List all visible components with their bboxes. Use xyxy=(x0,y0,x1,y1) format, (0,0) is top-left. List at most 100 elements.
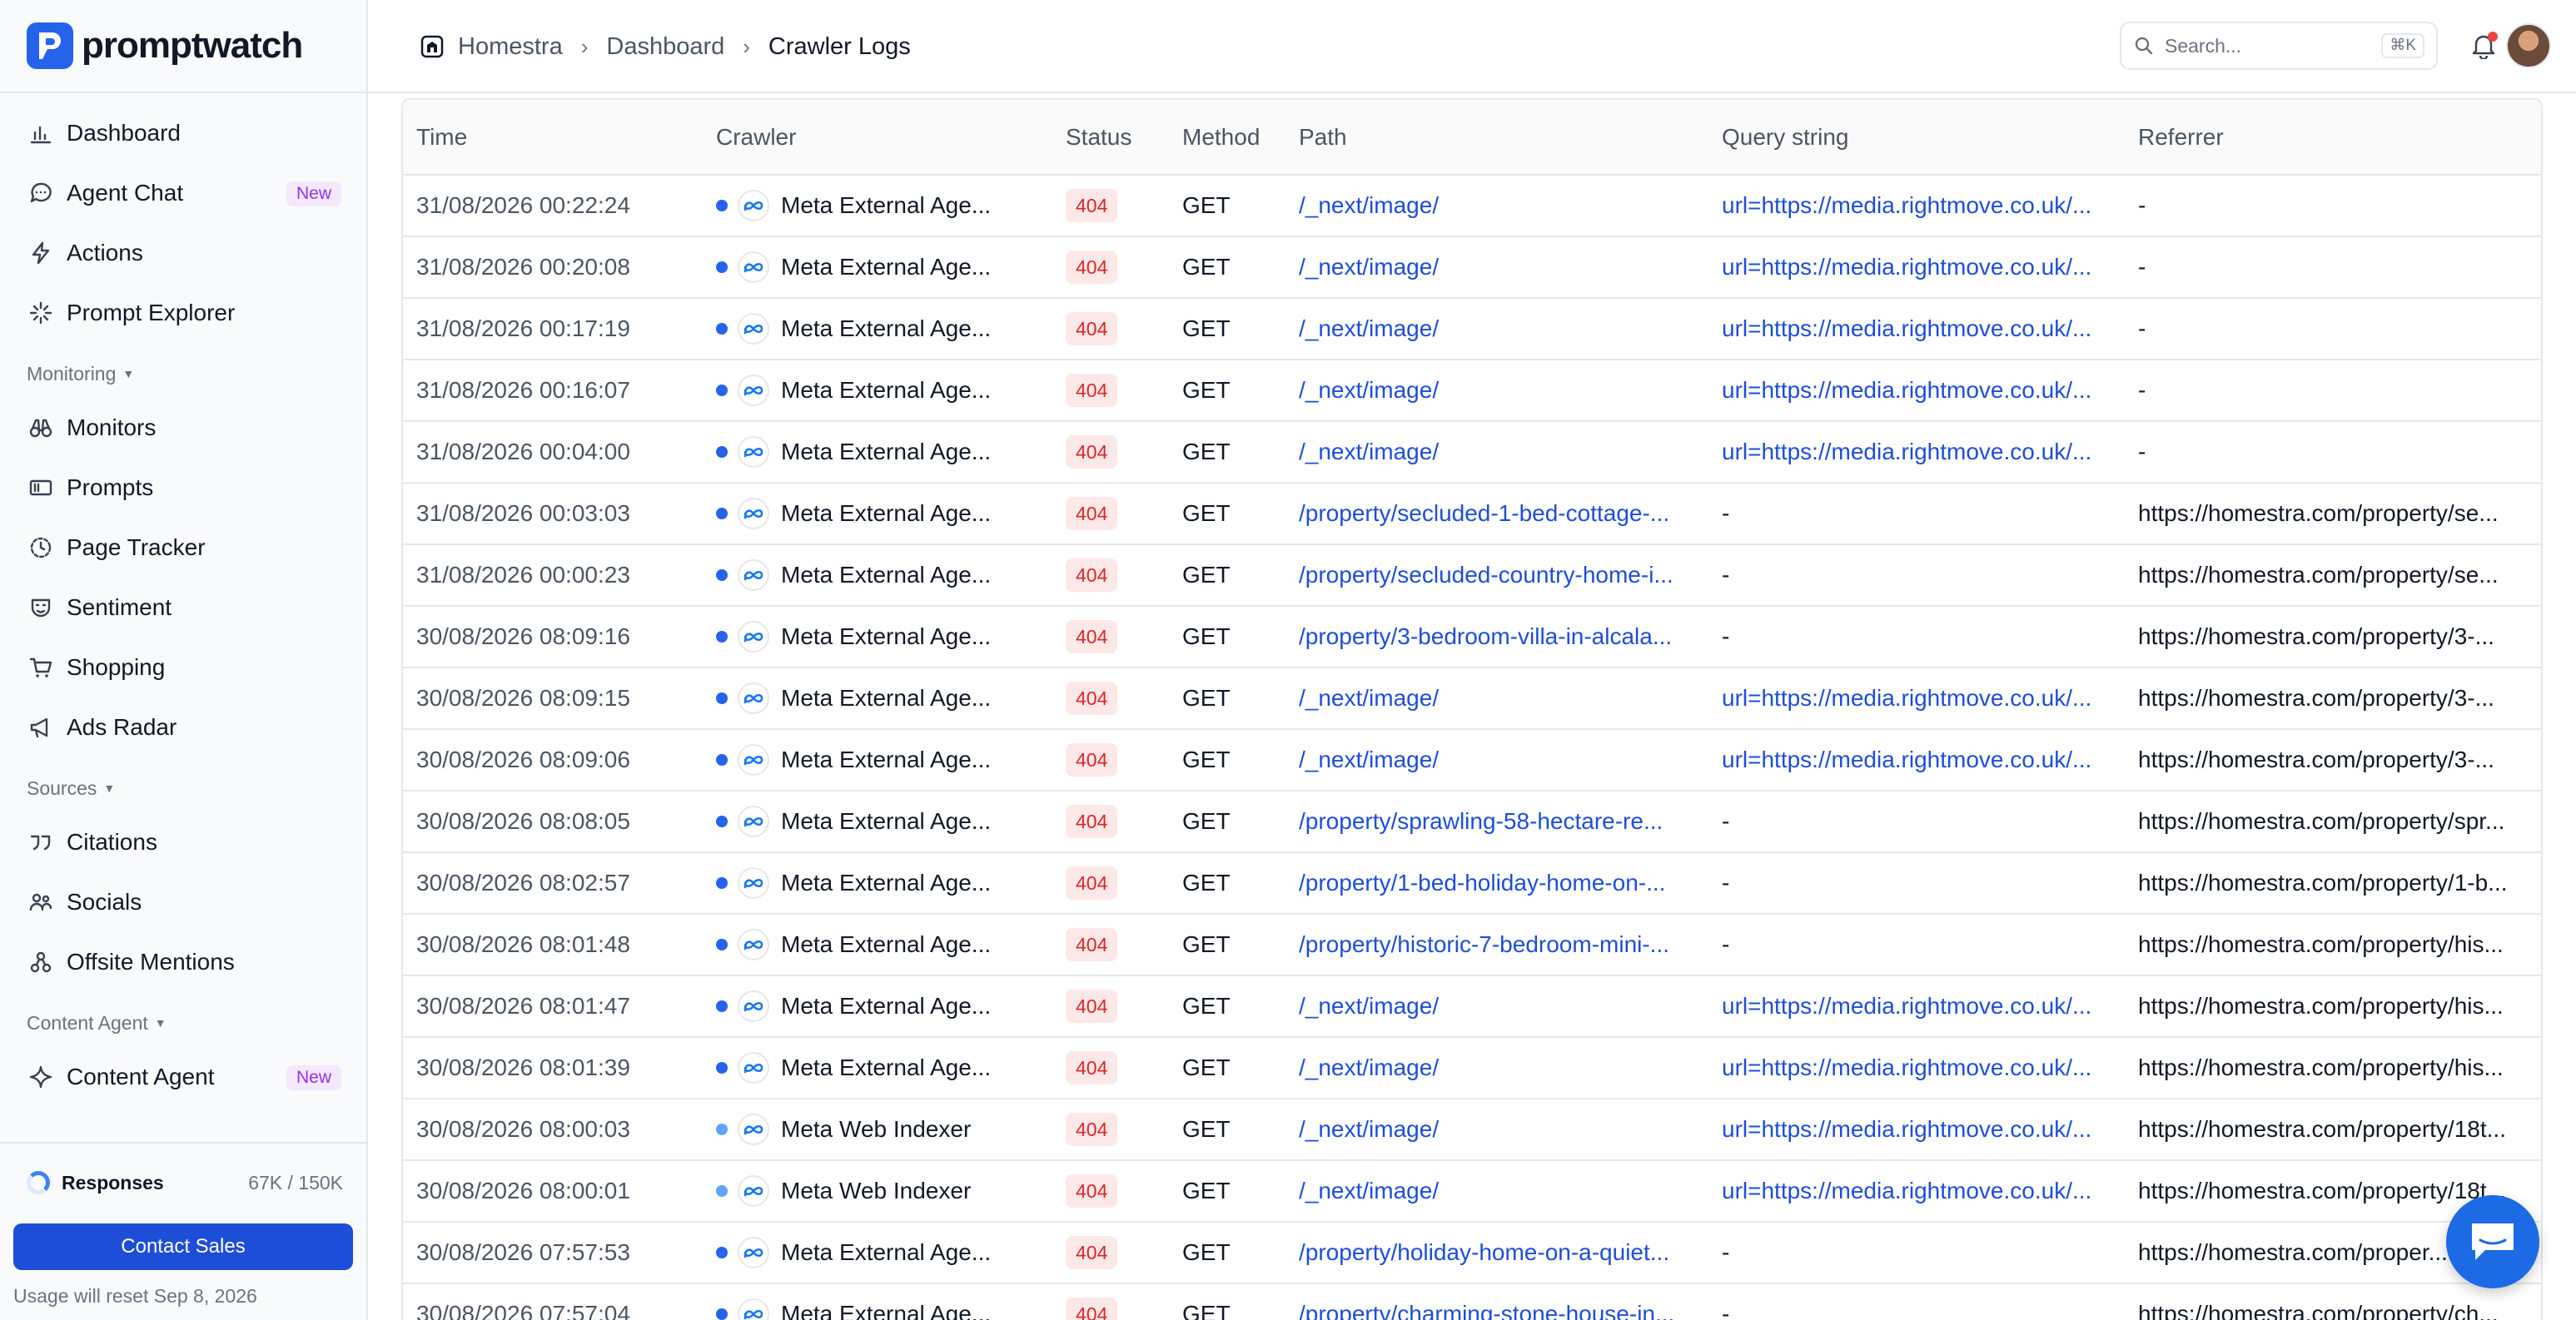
sidebar-item-agent-chat[interactable]: Agent Chat New xyxy=(0,163,368,223)
query-string-link[interactable]: url=https://media.rightmove.co.uk/... xyxy=(1708,1099,2125,1161)
table-row[interactable]: 30/08/2026 08:09:15 Meta External Age... 4… xyxy=(403,667,2541,730)
query-string-link[interactable]: url=https://media.rightmove.co.uk/... xyxy=(1708,421,2125,484)
path-link[interactable]: /property/sprawling-58-hectare-re... xyxy=(1286,791,1708,853)
breadcrumb-homestra[interactable]: Homestra xyxy=(458,33,563,61)
query-string-link[interactable]: url=https://media.rightmove.co.uk/... xyxy=(1708,236,2125,299)
path-link[interactable]: /_next/image/ xyxy=(1286,175,1708,237)
chat-bubble-icon xyxy=(27,179,55,207)
section-header-sources[interactable]: Sources ▼ xyxy=(0,764,368,812)
path-link[interactable]: /property/secluded-country-home-i... xyxy=(1286,544,1708,607)
cell-method: GET xyxy=(1169,975,1286,1038)
crawler-name: Meta Web Indexer xyxy=(781,1116,972,1142)
table-row[interactable]: 31/08/2026 00:20:08 Meta External Age... 4… xyxy=(403,236,2541,299)
path-link[interactable]: /_next/image/ xyxy=(1286,975,1708,1038)
table-row[interactable]: 31/08/2026 00:03:03 Meta External Age... 4… xyxy=(403,483,2541,545)
table-row[interactable]: 30/08/2026 07:57:53 Meta External Age... 4… xyxy=(403,1222,2541,1284)
table-row[interactable]: 30/08/2026 08:08:05 Meta External Age... 4… xyxy=(403,791,2541,853)
sidebar-item-actions[interactable]: Actions xyxy=(0,223,368,283)
sidebar-item-monitors[interactable]: Monitors xyxy=(0,398,368,458)
path-link[interactable]: /_next/image/ xyxy=(1286,1099,1708,1161)
sidebar-item-content-agent[interactable]: Content Agent New xyxy=(0,1047,368,1107)
table-row[interactable]: 30/08/2026 08:00:01 Meta Web Indexer 404 GE… xyxy=(403,1160,2541,1223)
path-link[interactable]: /_next/image/ xyxy=(1286,360,1708,422)
path-link[interactable]: /property/3-bedroom-villa-in-alcala... xyxy=(1286,606,1708,668)
sidebar-item-citations[interactable]: Citations xyxy=(0,812,368,872)
path-link[interactable]: /_next/image/ xyxy=(1286,729,1708,792)
table-row[interactable]: 30/08/2026 08:01:48 Meta External Age... 4… xyxy=(403,914,2541,976)
path-link[interactable]: /property/historic-7-bedroom-mini-... xyxy=(1286,914,1708,976)
sidebar-item-prompts[interactable]: Prompts xyxy=(0,458,368,518)
cell-status: 404 xyxy=(1052,914,1169,976)
sidebar-item-label: Shopping xyxy=(67,654,166,680)
table-row[interactable]: 30/08/2026 08:09:16 Meta External Age... 4… xyxy=(403,606,2541,668)
sidebar-item-offsite-mentions[interactable]: Offsite Mentions xyxy=(0,932,368,992)
breadcrumb-dashboard[interactable]: Dashboard xyxy=(606,33,724,61)
table-row[interactable]: 30/08/2026 08:01:47 Meta External Age... 4… xyxy=(403,975,2541,1038)
meta-logo-icon xyxy=(738,313,769,345)
path-link[interactable]: /_next/image/ xyxy=(1286,667,1708,730)
sidebar-item-ads-radar[interactable]: Ads Radar xyxy=(0,697,368,757)
sidebar-item-dashboard[interactable]: Dashboard xyxy=(0,103,368,163)
path-link[interactable]: /property/secluded-1-bed-cottage-... xyxy=(1286,483,1708,545)
query-string-link[interactable]: url=https://media.rightmove.co.uk/... xyxy=(1708,1037,2125,1099)
brand-logo[interactable]: promptwatch xyxy=(27,22,303,70)
path-link[interactable]: /_next/image/ xyxy=(1286,421,1708,484)
crawler-status-dot xyxy=(716,631,728,643)
contact-sales-button[interactable]: Contact Sales xyxy=(13,1223,353,1270)
table-row[interactable]: 31/08/2026 00:04:00 Meta External Age... 4… xyxy=(403,421,2541,484)
column-header-path[interactable]: Path xyxy=(1286,100,1708,176)
path-link[interactable]: /property/holiday-home-on-a-quiet... xyxy=(1286,1222,1708,1284)
column-header-status[interactable]: Status xyxy=(1052,100,1169,176)
query-string-link[interactable]: url=https://media.rightmove.co.uk/... xyxy=(1708,667,2125,730)
table-row[interactable]: 30/08/2026 08:02:57 Meta External Age... 4… xyxy=(403,852,2541,915)
query-string-link[interactable]: url=https://media.rightmove.co.uk/... xyxy=(1708,975,2125,1038)
query-string-link[interactable]: url=https://media.rightmove.co.uk/... xyxy=(1708,298,2125,360)
status-badge: 404 xyxy=(1066,435,1118,469)
table-row[interactable]: 30/08/2026 08:01:39 Meta External Age... 4… xyxy=(403,1037,2541,1099)
sidebar-item-page-tracker[interactable]: Page Tracker xyxy=(0,518,368,578)
crawler-name: Meta External Age... xyxy=(781,931,992,957)
path-link[interactable]: /_next/image/ xyxy=(1286,1037,1708,1099)
crawler-info: Meta External Age... xyxy=(716,929,1039,960)
sidebar-footer: Responses 67K / 150K Contact Sales Usage… xyxy=(0,1142,368,1320)
section-header-monitoring[interactable]: Monitoring ▼ xyxy=(0,350,368,398)
table-row[interactable]: 30/08/2026 07:57:04 Meta External Age... 4… xyxy=(403,1283,2541,1320)
sidebar-item-sentiment[interactable]: Sentiment xyxy=(0,578,368,638)
table-row[interactable]: 31/08/2026 00:16:07 Meta External Age... 4… xyxy=(403,360,2541,422)
meta-logo-icon xyxy=(738,1298,769,1320)
column-header-method[interactable]: Method xyxy=(1169,100,1286,176)
table-row[interactable]: 31/08/2026 00:17:19 Meta External Age... 4… xyxy=(403,298,2541,360)
search-box[interactable]: ⌘K xyxy=(2120,22,2438,70)
table-row[interactable]: 30/08/2026 08:09:06 Meta External Age... 4… xyxy=(403,729,2541,792)
query-string-link[interactable]: url=https://media.rightmove.co.uk/... xyxy=(1708,1160,2125,1223)
path-link[interactable]: /_next/image/ xyxy=(1286,1160,1708,1223)
usage-reset-note: Usage will reset Sep 8, 2026 xyxy=(13,1285,257,1307)
path-link[interactable]: /property/charming-stone-house-in... xyxy=(1286,1283,1708,1320)
notifications-button[interactable] xyxy=(2468,30,2499,62)
path-link[interactable]: /_next/image/ xyxy=(1286,236,1708,299)
query-string-link[interactable]: url=https://media.rightmove.co.uk/... xyxy=(1708,175,2125,237)
sidebar-item-socials[interactable]: Socials xyxy=(0,872,368,932)
table-row[interactable]: 30/08/2026 08:00:03 Meta Web Indexer 404 GE… xyxy=(403,1099,2541,1161)
column-header-time[interactable]: Time xyxy=(403,100,703,176)
query-string-link[interactable]: url=https://media.rightmove.co.uk/... xyxy=(1708,360,2125,422)
avatar[interactable] xyxy=(2506,23,2551,68)
sidebar-item-label: Dashboard xyxy=(67,120,181,146)
sidebar-item-shopping[interactable]: Shopping xyxy=(0,638,368,697)
path-link[interactable]: /property/1-bed-holiday-home-on-... xyxy=(1286,852,1708,915)
search-input[interactable] xyxy=(2165,34,2382,57)
path-link[interactable]: /_next/image/ xyxy=(1286,298,1708,360)
chat-widget-button[interactable] xyxy=(2446,1195,2539,1288)
column-header-crawler[interactable]: Crawler xyxy=(703,100,1052,176)
chevron-down-icon: ▼ xyxy=(154,1016,167,1030)
table-body: 31/08/2026 00:22:24 Meta External Age... 4… xyxy=(403,175,2541,1320)
column-header-referrer[interactable]: Referrer xyxy=(2125,100,2541,176)
crawler-name: Meta Web Indexer xyxy=(781,1178,972,1203)
sidebar-item-prompt-explorer[interactable]: Prompt Explorer xyxy=(0,283,368,343)
table-row[interactable]: 31/08/2026 00:22:24 Meta External Age... 4… xyxy=(403,175,2541,237)
crawler-status-dot xyxy=(716,1247,728,1258)
section-header-content-agent[interactable]: Content Agent ▼ xyxy=(0,999,368,1047)
table-row[interactable]: 31/08/2026 00:00:23 Meta External Age... 4… xyxy=(403,544,2541,607)
column-header-query-string[interactable]: Query string xyxy=(1708,100,2125,176)
query-string-link[interactable]: url=https://media.rightmove.co.uk/... xyxy=(1708,729,2125,792)
